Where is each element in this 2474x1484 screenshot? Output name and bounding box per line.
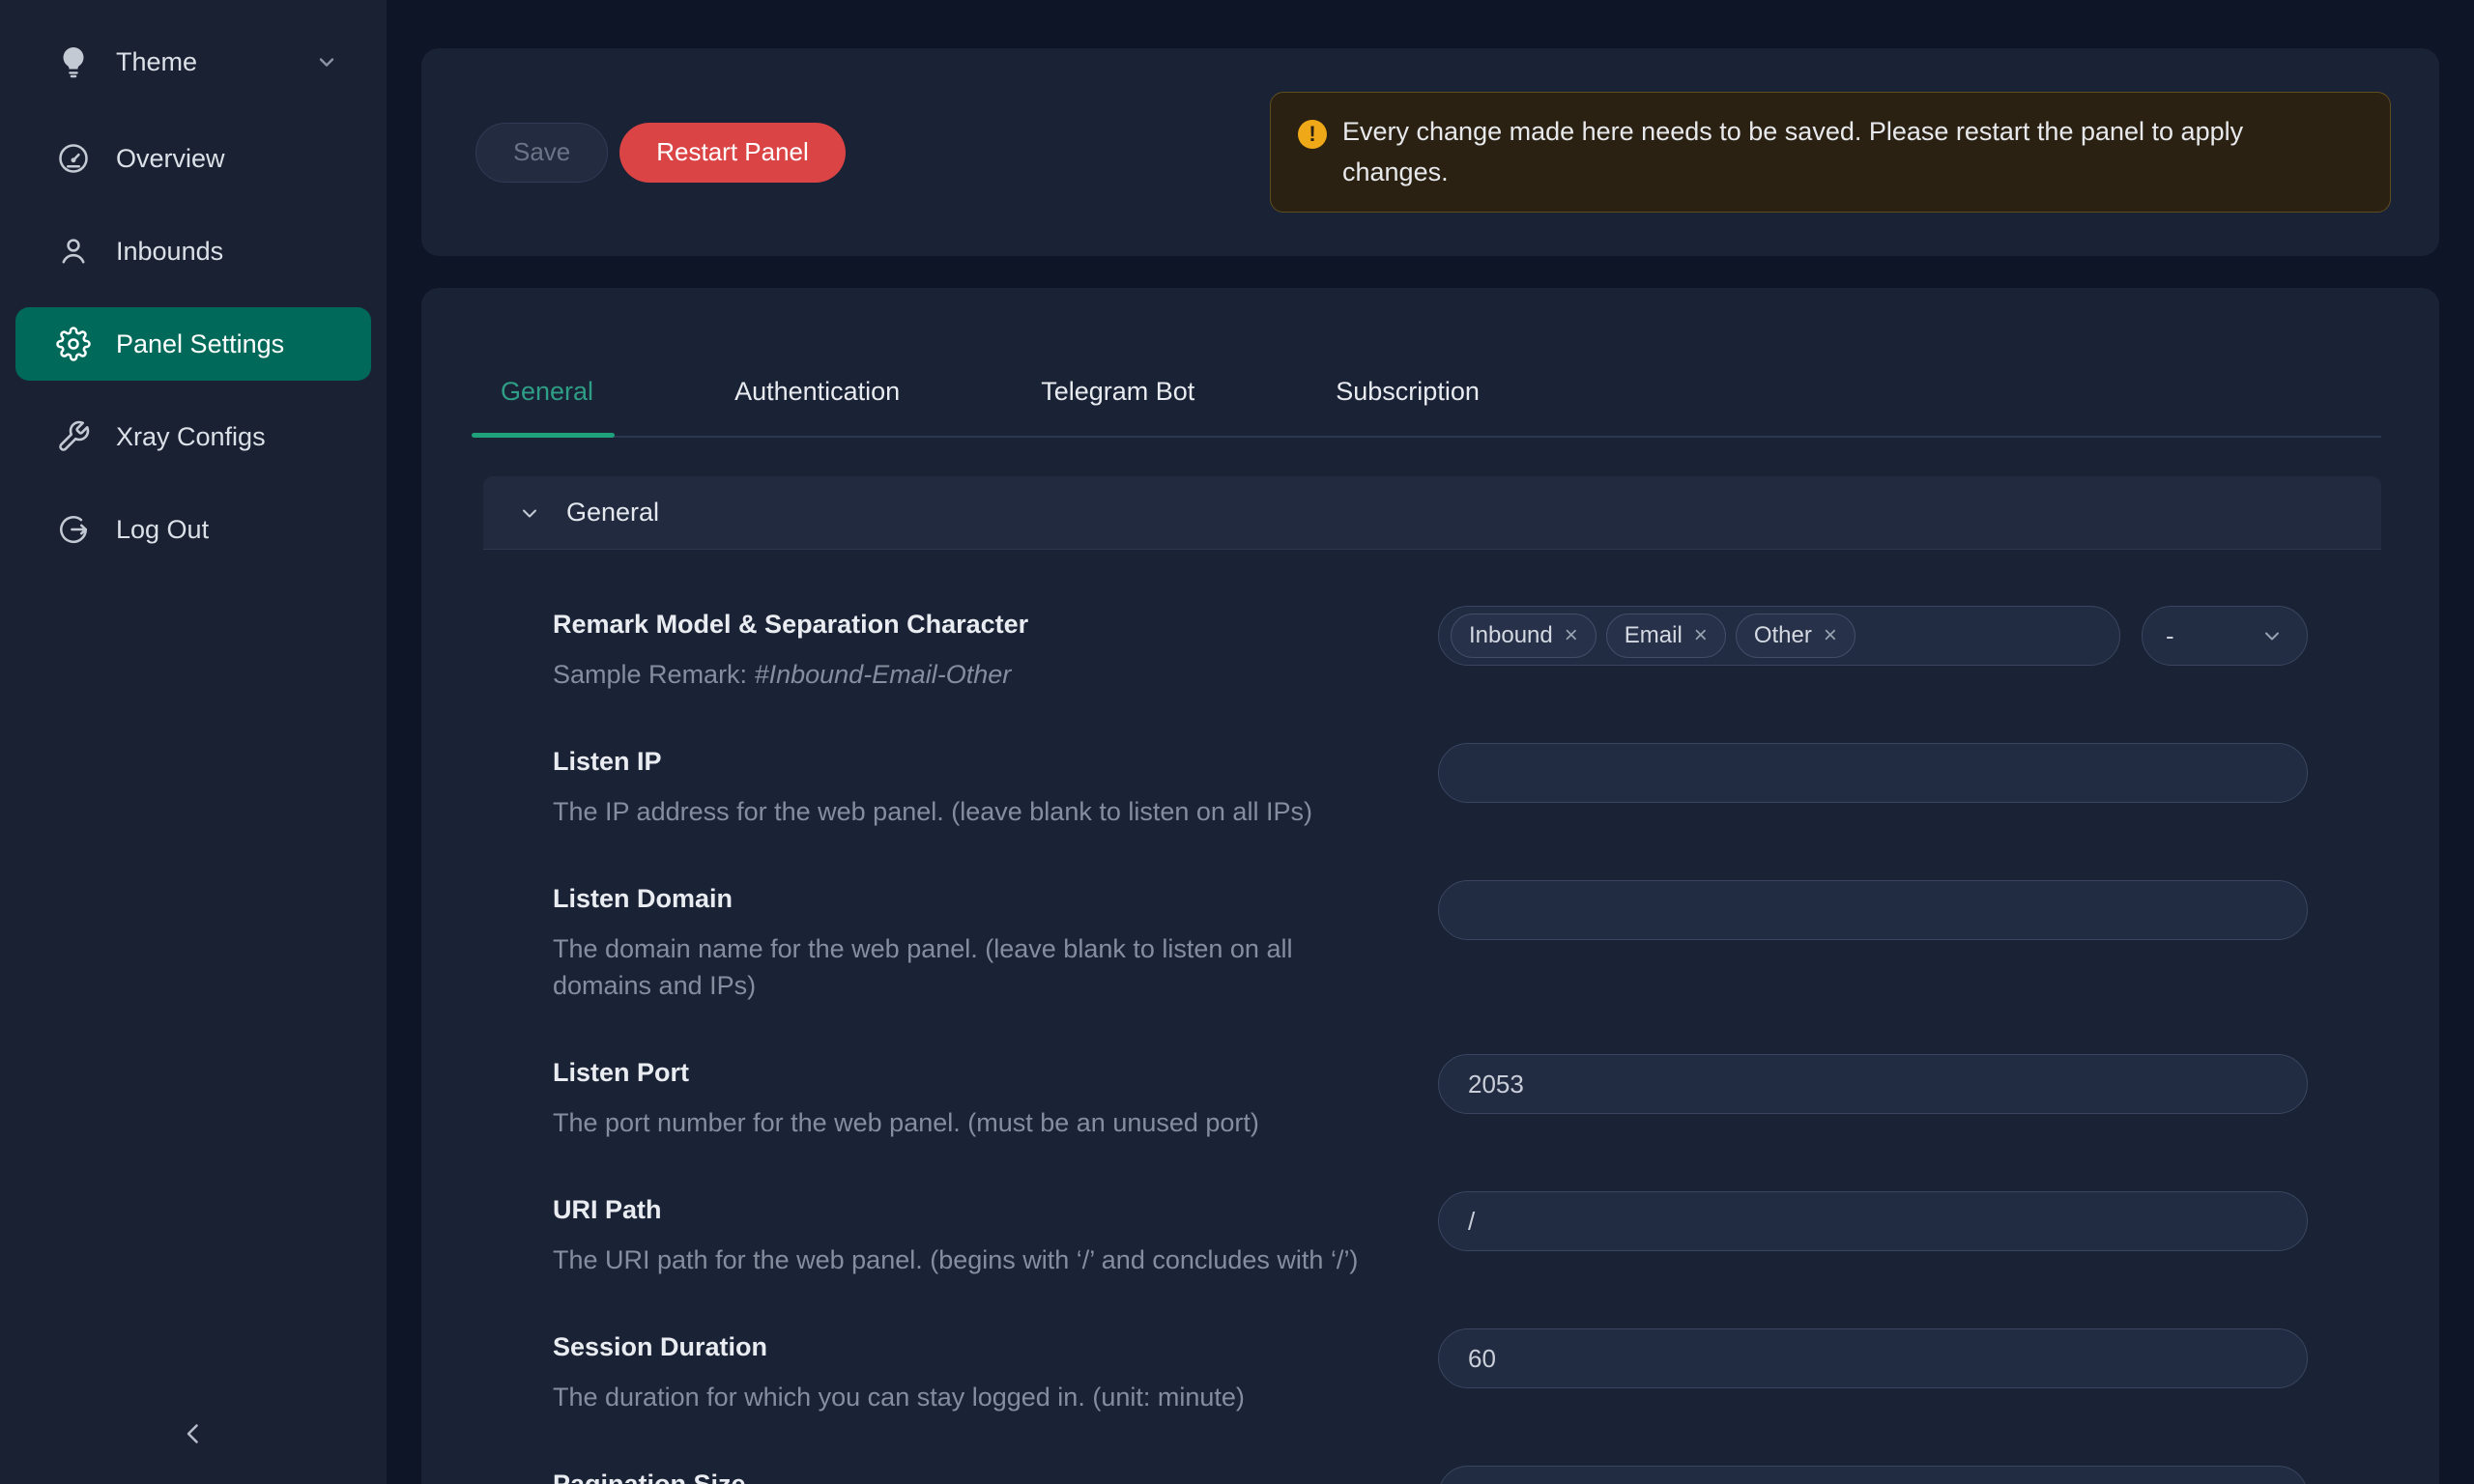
wrench-icon: [56, 419, 91, 454]
logout-icon: [56, 512, 91, 547]
general-panel-header[interactable]: General: [483, 476, 2381, 550]
row-listen-ip: Listen IP The IP address for the web pan…: [553, 743, 2308, 830]
settings-tabs: General Authentication Telegram Bot Subs…: [483, 288, 2381, 438]
tab-authentication[interactable]: Authentication: [717, 377, 917, 436]
field-label: Pagination Size: [553, 1466, 1374, 1484]
row-pagination-size: Pagination Size: [553, 1466, 2308, 1484]
close-icon[interactable]: ×: [1565, 622, 1578, 649]
separator-select[interactable]: -: [2142, 606, 2308, 666]
listen-ip-input[interactable]: [1438, 743, 2308, 803]
sidebar-item-label: Overview: [116, 144, 225, 174]
tag-inbound: Inbound×: [1451, 614, 1597, 658]
lightbulb-icon: [56, 44, 91, 79]
sidebar-item-inbounds[interactable]: Inbounds: [15, 214, 371, 288]
sidebar: Theme Overview Inbounds Panel Settings X…: [0, 0, 387, 1484]
field-label: Listen Port: [553, 1054, 1374, 1091]
panel-title: General: [566, 498, 659, 528]
tab-general[interactable]: General: [483, 377, 611, 436]
save-button[interactable]: Save: [475, 123, 608, 183]
tab-subscription[interactable]: Subscription: [1318, 377, 1497, 436]
field-description: The URI path for the web panel. (begins …: [553, 1241, 1374, 1278]
sidebar-item-label: Xray Configs: [116, 422, 266, 452]
actions-card: Save Restart Panel ! Every change made h…: [421, 48, 2439, 256]
tab-telegram-bot[interactable]: Telegram Bot: [1023, 377, 1212, 436]
chevron-down-icon: [2260, 624, 2284, 647]
tag-other: Other×: [1736, 614, 1856, 658]
settings-card: General Authentication Telegram Bot Subs…: [421, 288, 2439, 1484]
row-listen-port: Listen Port The port number for the web …: [553, 1054, 2308, 1141]
listen-port-input[interactable]: [1438, 1054, 2308, 1114]
chevron-left-icon: [177, 1417, 210, 1450]
chevron-down-icon: [315, 50, 338, 73]
sidebar-item-overview[interactable]: Overview: [15, 122, 371, 195]
gear-icon: [56, 327, 91, 361]
field-description: The IP address for the web panel. (leave…: [553, 793, 1374, 830]
separator-value: -: [2166, 621, 2174, 651]
main-content: Save Restart Panel ! Every change made h…: [387, 0, 2474, 1484]
general-panel-body: Remark Model & Separation Character Samp…: [483, 550, 2381, 1484]
sidebar-item-logout[interactable]: Log Out: [15, 493, 371, 566]
sample-remark-value: #Inbound-Email-Other: [755, 660, 1012, 689]
row-session-duration: Session Duration The duration for which …: [553, 1328, 2308, 1415]
close-icon[interactable]: ×: [1824, 622, 1837, 649]
sidebar-item-label: Inbounds: [116, 237, 223, 267]
uri-path-input[interactable]: [1438, 1191, 2308, 1251]
restart-warning-alert: ! Every change made here needs to be sav…: [1270, 92, 2391, 214]
close-icon[interactable]: ×: [1694, 622, 1708, 649]
theme-label: Theme: [116, 47, 197, 77]
chevron-down-icon: [518, 501, 541, 525]
warning-icon: !: [1298, 120, 1327, 149]
listen-domain-input[interactable]: [1438, 880, 2308, 940]
pagination-size-input[interactable]: [1438, 1466, 2308, 1484]
dashboard-icon: [56, 141, 91, 176]
general-panel: General Remark Model & Separation Charac…: [483, 476, 2381, 1484]
field-label: URI Path: [553, 1191, 1374, 1228]
row-listen-domain: Listen Domain The domain name for the we…: [553, 880, 2308, 1004]
sidebar-collapse-button[interactable]: [155, 1405, 232, 1463]
alert-text: Every change made here needs to be saved…: [1342, 112, 2328, 193]
sidebar-item-label: Panel Settings: [116, 329, 284, 359]
restart-panel-button[interactable]: Restart Panel: [619, 123, 846, 183]
field-label: Remark Model & Separation Character: [553, 606, 1374, 642]
field-label: Listen IP: [553, 743, 1374, 780]
field-description: The domain name for the web panel. (leav…: [553, 930, 1374, 1004]
sidebar-item-panel-settings[interactable]: Panel Settings: [15, 307, 371, 381]
user-icon: [56, 234, 91, 269]
field-label: Session Duration: [553, 1328, 1374, 1365]
remark-model-tags-input[interactable]: Inbound× Email× Other×: [1438, 606, 2120, 666]
field-label: Listen Domain: [553, 880, 1374, 917]
session-duration-input[interactable]: [1438, 1328, 2308, 1388]
row-remark-model: Remark Model & Separation Character Samp…: [553, 606, 2308, 693]
sidebar-item-label: Log Out: [116, 515, 209, 545]
tag-email: Email×: [1606, 614, 1726, 658]
row-uri-path: URI Path The URI path for the web panel.…: [553, 1191, 2308, 1278]
sidebar-item-xray-configs[interactable]: Xray Configs: [15, 400, 371, 473]
theme-selector[interactable]: Theme: [0, 35, 387, 89]
field-description: The port number for the web panel. (must…: [553, 1104, 1374, 1141]
field-description: Sample Remark: #Inbound-Email-Other: [553, 656, 1374, 693]
field-description: The duration for which you can stay logg…: [553, 1379, 1374, 1415]
